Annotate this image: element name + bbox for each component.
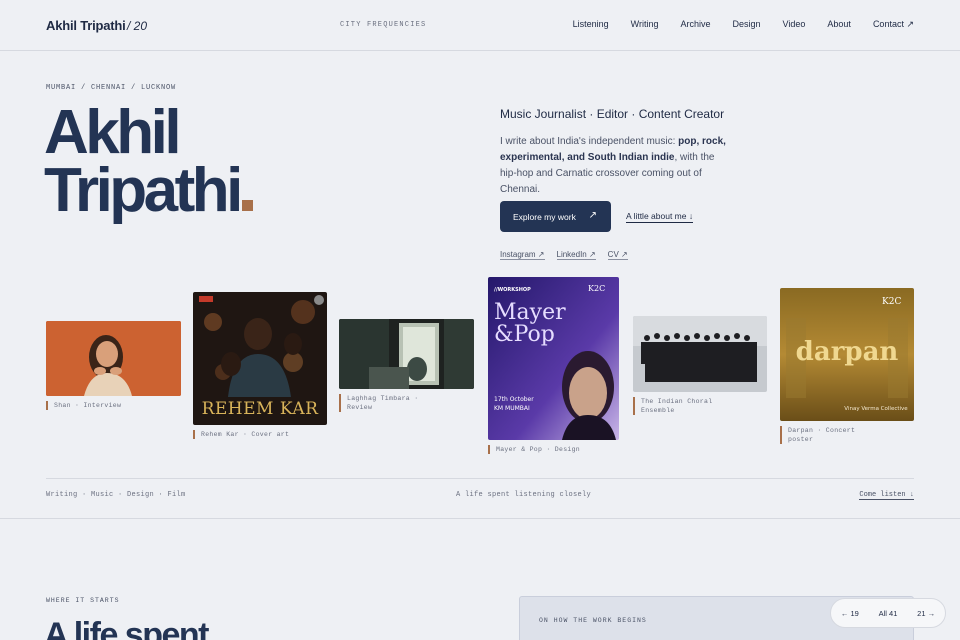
gallery-card-mayer-pop[interactable]: //WORKSHOP K2C Mayer &Pop 17th October K…: [488, 277, 619, 440]
section-eyebrow: WHERE IT STARTS: [46, 597, 120, 604]
caption-darpan: Darpan · Concert poster: [780, 426, 860, 444]
mayer-pop-venue: KM MUMBAI: [494, 405, 530, 412]
hero-name: Akhil Tripathi: [44, 98, 253, 222]
caption-laghhag-timbara: Laghhag Timbara · Review: [339, 394, 429, 412]
accent-dot: [241, 200, 253, 211]
rehem-kar-poster: REHEM KAR: [193, 292, 327, 425]
nav-listening[interactable]: Listening: [573, 19, 609, 30]
caption-mayer-pop: Mayer & Pop · Design: [488, 445, 608, 454]
nav-video[interactable]: Video: [783, 19, 806, 30]
nav-design[interactable]: Design: [733, 19, 761, 30]
linkedin-link[interactable]: LinkedIn ↗: [556, 250, 596, 260]
cities-label: MUMBAI / CHENNAI / LUCKNOW: [46, 84, 177, 92]
mayer-pop-poster: //WORKSHOP K2C Mayer &Pop 17th October K…: [488, 277, 619, 440]
caption-choral-ensemble: The Indian Choral Ensemble: [633, 397, 723, 415]
about-link[interactable]: A little about me ↓: [626, 211, 694, 223]
bio-text-pre: I write about India's independent music:: [500, 136, 679, 147]
come-listen-link[interactable]: Come listen ↓: [859, 491, 914, 500]
hero-name-line2: Tripathi: [44, 156, 243, 225]
section-divider: [0, 518, 960, 519]
strip-tagline: A life spent listening closely: [456, 491, 592, 499]
main-nav: Listening Writing Archive Design Video A…: [551, 19, 914, 30]
gallery-card-rehem-kar[interactable]: REHEM KAR: [193, 292, 327, 425]
brand-logo[interactable]: Akhil Tripathi: [46, 18, 126, 33]
panel-label: ON HOW THE WORK BEGINS: [539, 617, 647, 624]
brand-number: / 20: [127, 19, 148, 33]
k2c-logo: K2C: [588, 284, 605, 293]
nav-about[interactable]: About: [827, 19, 851, 30]
darpan-credit: Vinay Verma Collective: [844, 406, 908, 412]
cv-link[interactable]: CV ↗: [607, 250, 628, 260]
shan-photo: [46, 321, 181, 396]
instagram-link[interactable]: Instagram ↗: [500, 250, 545, 260]
gallery-card-shan[interactable]: [46, 321, 181, 396]
darpan-title: darpan: [796, 337, 899, 367]
choral-ensemble-photo: [633, 316, 767, 392]
next-page-button[interactable]: 21 →: [917, 609, 935, 618]
role-title: Music Journalist · Editor · Content Crea…: [500, 107, 725, 121]
mayer-pop-tag: //WORKSHOP: [494, 287, 531, 293]
prev-page-button[interactable]: ← 19: [841, 609, 859, 618]
darpan-poster: K2C darpan Vinay Verma Collective: [780, 288, 914, 421]
laghhag-timbara-photo: [339, 319, 474, 389]
k2c-logo: K2C: [882, 297, 901, 307]
nav-writing[interactable]: Writing: [631, 19, 659, 30]
nav-contact[interactable]: Contact ↗: [873, 19, 914, 30]
gallery-card-laghhag-timbara[interactable]: [339, 319, 474, 389]
site-tagline: CITY FREQUENCIES: [340, 21, 427, 29]
explore-button[interactable]: Explore my work ↗: [500, 201, 611, 232]
mayer-pop-date: 17th October: [494, 396, 534, 403]
all-pages-button[interactable]: All 41: [879, 609, 898, 618]
caption-rehem-kar: Rehem Kar · Cover art: [193, 430, 323, 439]
arrow-up-right-icon: ↗: [588, 210, 597, 221]
social-links: Instagram ↗ LinkedIn ↗ CV ↗: [500, 250, 640, 260]
caption-shan: Shan · Interview: [46, 401, 176, 410]
gallery-card-darpan[interactable]: K2C darpan Vinay Verma Collective: [780, 288, 914, 421]
section-heading: A life spent: [44, 616, 210, 640]
rehem-kar-title: REHEM KAR: [202, 399, 320, 419]
categories-label: Writing · Music · Design · Film: [46, 491, 186, 499]
site-header: Akhil Tripathi / 20 CITY FREQUENCIES Lis…: [0, 0, 960, 51]
bio-paragraph: I write about India's independent music:…: [500, 134, 728, 198]
hero-name-line1: Akhil: [44, 98, 182, 167]
nav-archive[interactable]: Archive: [681, 19, 711, 30]
divider: [46, 478, 914, 479]
explore-button-label: Explore my work: [513, 211, 576, 222]
gallery-card-choral-ensemble[interactable]: [633, 316, 767, 392]
page-pager: ← 19 All 41 21 →: [830, 598, 946, 628]
mayer-pop-title-2: &Pop: [494, 322, 555, 347]
